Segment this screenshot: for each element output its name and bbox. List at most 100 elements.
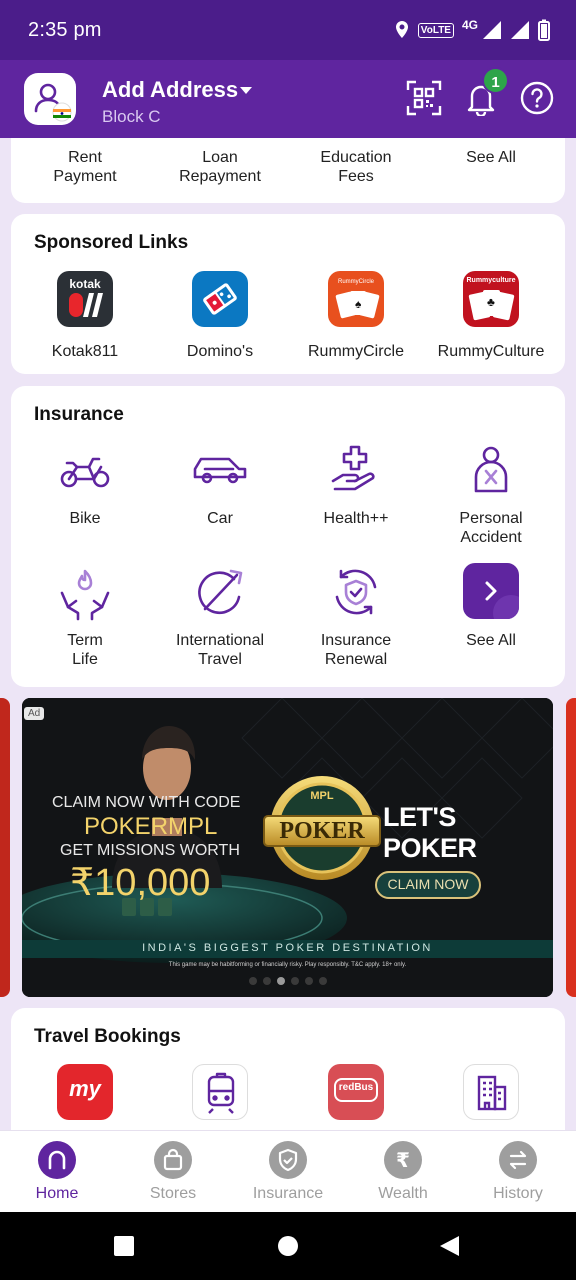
- prev-banner-peek[interactable]: [0, 698, 10, 997]
- signal-icon: [483, 21, 501, 39]
- shield-icon: [278, 1148, 298, 1172]
- sponsored-title: Sponsored Links: [34, 232, 189, 253]
- chevron-right-icon: [485, 581, 497, 601]
- term-life-icon: [60, 569, 110, 621]
- loan-repayment-item[interactable]: Loan Repayment: [152, 148, 288, 186]
- insurance-renewal[interactable]: Insurance Renewal: [288, 563, 424, 669]
- rummycircle-logo: RummyCircle ♠: [328, 271, 384, 327]
- poker-logo-top: MPL: [310, 790, 334, 802]
- shopping-bag-icon: [163, 1148, 183, 1171]
- carousel-dot[interactable]: [318, 977, 327, 985]
- address-subtitle[interactable]: Block C: [102, 107, 161, 127]
- travel-item-hotels[interactable]: [423, 1064, 559, 1120]
- kotak811-link[interactable]: kotak Kotak811: [17, 271, 153, 361]
- hotels-logo: [463, 1064, 519, 1120]
- travel-plane-icon: [198, 569, 243, 614]
- nav-stores[interactable]: Stores: [118, 1141, 228, 1203]
- redbus-logo: redBus: [328, 1064, 384, 1120]
- insurance-car[interactable]: Car: [152, 441, 288, 528]
- banner-strip-text: INDIA'S BIGGEST POKER DESTINATION: [142, 942, 433, 954]
- system-navigation-bar: [0, 1212, 576, 1280]
- battery-icon: [538, 19, 550, 41]
- travel-item-redbus[interactable]: redBus: [288, 1064, 424, 1120]
- location-icon: [395, 21, 408, 38]
- personal-accident-icon: [474, 446, 508, 493]
- swap-arrows-icon: [509, 1150, 527, 1170]
- travel-item-train[interactable]: [152, 1064, 288, 1120]
- signal-icon-2: [511, 21, 529, 39]
- notification-badge: 1: [482, 67, 509, 94]
- renewal-shield-icon: [335, 569, 377, 615]
- banner-tagline: LET'S POKER: [383, 802, 477, 863]
- network-type: 4G: [461, 18, 478, 32]
- carousel-dot[interactable]: [262, 977, 271, 985]
- claim-now-button[interactable]: CLAIM NOW: [376, 876, 480, 892]
- travel-title: Travel Bookings: [34, 1026, 181, 1047]
- banner-line3: GET MISSIONS WORTH: [60, 842, 240, 859]
- banner-line1: CLAIM NOW WITH CODE: [52, 794, 241, 811]
- nav-home[interactable]: Home: [2, 1141, 112, 1203]
- qr-scan-icon[interactable]: [406, 80, 442, 116]
- volte-indicator: VoLTE: [417, 22, 454, 38]
- banner-amount: ₹10,000: [70, 862, 211, 904]
- rupee-icon: ₹: [396, 1150, 410, 1172]
- recents-icon[interactable]: [114, 1236, 134, 1256]
- train-logo: [192, 1064, 248, 1120]
- poker-ad-banner[interactable]: Ad CLAIM NOW WITH CODE POKERMPL GET MISS…: [22, 698, 553, 997]
- bottom-navigation: Home Stores Insurance ₹ Wealth History: [0, 1130, 576, 1212]
- insurance-title: Insurance: [34, 404, 124, 425]
- insurance-bike[interactable]: Bike: [17, 441, 153, 528]
- dominos-logo: [192, 271, 248, 327]
- india-flag-icon: [52, 102, 72, 122]
- home-icon: [48, 1150, 66, 1170]
- rummyculture-link[interactable]: Rummyculture ♣ RummyCulture: [423, 271, 559, 361]
- help-icon[interactable]: [519, 80, 555, 116]
- building-icon: [477, 1075, 507, 1111]
- profile-avatar[interactable]: [24, 73, 76, 125]
- user-icon: [34, 83, 72, 122]
- insurance-health[interactable]: Health++: [288, 441, 424, 528]
- nav-history[interactable]: History: [463, 1141, 573, 1203]
- makemytrip-logo: my: [57, 1064, 113, 1120]
- poker-logo-main: POKER: [279, 818, 365, 844]
- dominos-link[interactable]: Domino's: [152, 271, 288, 361]
- carousel-dot[interactable]: [304, 977, 313, 985]
- back-triangle-icon[interactable]: [439, 1235, 461, 1257]
- payments-see-all[interactable]: See All: [423, 148, 559, 167]
- insurance-see-all[interactable]: See All: [423, 563, 559, 650]
- ad-tag: Ad: [24, 707, 45, 720]
- sponsored-links-card: Sponsored Links kotak Kotak811 Domino's: [11, 214, 565, 374]
- nav-insurance[interactable]: Insurance: [233, 1141, 343, 1203]
- status-bar: 2:35 pm VoLTE 4G: [0, 0, 576, 60]
- home-circle-icon[interactable]: [277, 1235, 299, 1257]
- kotak-logo: kotak: [57, 271, 113, 327]
- rummyculture-logo: Rummyculture ♣: [463, 271, 519, 327]
- payments-card: Rent Payment Loan Repayment Education Fe…: [11, 138, 565, 203]
- rummycircle-link[interactable]: RummyCircle ♠ RummyCircle: [288, 271, 424, 361]
- status-icons: VoLTE 4G: [394, 16, 550, 44]
- insurance-term-life[interactable]: Term Life: [17, 563, 153, 669]
- car-icon: [193, 457, 247, 484]
- insurance-card: Insurance Bike Car Health++ Personal Acc…: [11, 386, 565, 687]
- insurance-international-travel[interactable]: International Travel: [152, 563, 288, 669]
- chevron-down-icon[interactable]: [240, 87, 252, 94]
- travel-bookings-card: Travel Bookings my redBus: [11, 1008, 565, 1148]
- rent-payment-item[interactable]: Rent Payment: [17, 148, 153, 186]
- train-icon: [207, 1072, 235, 1114]
- bike-icon: [60, 457, 110, 488]
- status-time: 2:35 pm: [28, 19, 102, 41]
- insurance-personal-accident[interactable]: Personal Accident: [423, 441, 559, 547]
- see-all-tile: [463, 563, 519, 619]
- next-banner-peek[interactable]: [566, 698, 576, 997]
- carousel-dot[interactable]: [290, 977, 299, 985]
- travel-item-makemytrip[interactable]: my: [17, 1064, 153, 1120]
- banner-code: POKERMPL: [84, 813, 218, 840]
- education-fees-item[interactable]: Education Fees: [288, 148, 424, 186]
- carousel-dots: [22, 977, 553, 987]
- health-icon: [331, 445, 375, 491]
- carousel-dot[interactable]: [276, 977, 285, 985]
- banner-disclaimer: This game may be habitforming or financi…: [168, 962, 407, 968]
- address-title[interactable]: Add Address: [102, 77, 238, 103]
- carousel-dot[interactable]: [248, 977, 257, 985]
- nav-wealth[interactable]: ₹ Wealth: [348, 1141, 458, 1203]
